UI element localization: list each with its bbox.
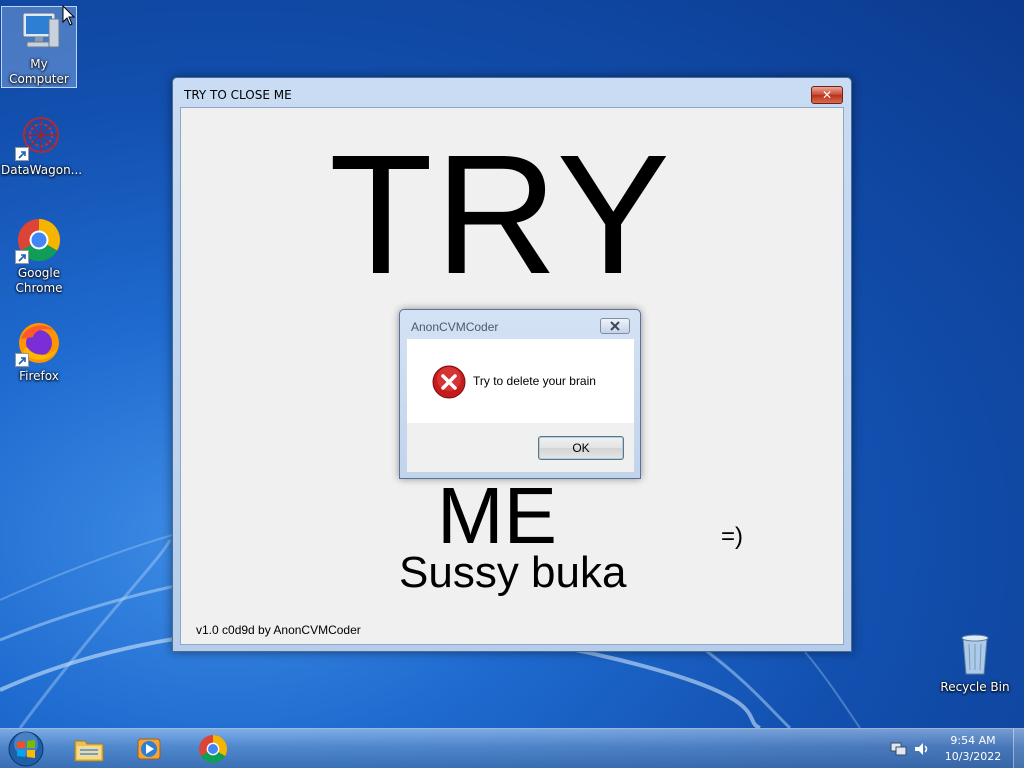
explorer-icon <box>74 740 104 762</box>
show-desktop-button[interactable] <box>1013 729 1024 768</box>
close-icon <box>610 321 620 331</box>
window-title: TRY TO CLOSE ME <box>184 88 292 102</box>
desktop-icon-datawagon[interactable]: DataWagon... <box>1 113 83 178</box>
taskbar: 9:54 AM 10/3/2022 <box>0 728 1024 768</box>
taskbar-chrome-button[interactable] <box>184 731 242 767</box>
message-box-footer: OK <box>407 423 634 472</box>
media-player-icon <box>137 738 161 760</box>
window-close-button[interactable]: ✕ <box>811 86 843 104</box>
message-box-title: AnonCVMCoder <box>411 320 499 334</box>
clock[interactable]: 9:54 AM 10/3/2022 <box>930 733 1016 765</box>
start-button[interactable] <box>6 730 46 768</box>
desktop-icon-label: Google Chrome <box>15 266 63 295</box>
recycle-bin-icon <box>951 630 999 678</box>
shortcut-arrow-icon <box>15 353 29 367</box>
message-box-close-button[interactable] <box>600 318 630 334</box>
subtitle-text: Sussy buka <box>399 548 627 597</box>
chrome-icon <box>15 216 63 264</box>
message-box-body: Try to delete your brain <box>407 339 634 423</box>
clock-time: 9:54 AM <box>950 734 996 747</box>
smiley-text: =) <box>721 523 744 550</box>
message-box[interactable]: AnonCVMCoder Try to delete your brain OK <box>399 309 641 479</box>
taskbar-media-player-button[interactable] <box>120 731 178 767</box>
desktop-icon-label: Firefox <box>19 369 59 383</box>
ok-button[interactable]: OK <box>538 436 624 460</box>
firefox-icon <box>15 319 63 367</box>
message-text: Try to delete your brain <box>473 374 596 388</box>
mouse-cursor-icon <box>62 5 76 26</box>
shortcut-arrow-icon <box>15 250 29 264</box>
error-icon <box>432 365 466 399</box>
desktop-icon-google-chrome[interactable]: Google Chrome <box>1 216 77 296</box>
desktop-icon-firefox[interactable]: Firefox <box>1 319 77 384</box>
network-icon[interactable] <box>890 741 908 757</box>
volume-icon[interactable] <box>913 741 931 757</box>
desktop-icon-label: DataWagon... <box>1 163 83 177</box>
datawagon-icon <box>15 113 63 161</box>
big-text-try: TRY <box>329 120 672 310</box>
taskbar-explorer-button[interactable] <box>60 731 118 767</box>
desktop-icon-recycle-bin[interactable]: Recycle Bin <box>937 630 1013 695</box>
shortcut-arrow-icon <box>15 147 29 161</box>
start-orb-icon <box>8 731 44 767</box>
version-label: v1.0 c0d9d by AnonCVMCoder <box>196 623 361 637</box>
close-icon: ✕ <box>821 88 833 102</box>
desktop-icon-label: Recycle Bin <box>940 680 1010 694</box>
computer-icon <box>15 7 63 55</box>
desktop-icon-label: My Computer <box>9 57 69 86</box>
big-text-me: ME <box>437 471 557 560</box>
clock-date: 10/3/2022 <box>944 750 1002 763</box>
chrome-icon <box>199 735 228 764</box>
